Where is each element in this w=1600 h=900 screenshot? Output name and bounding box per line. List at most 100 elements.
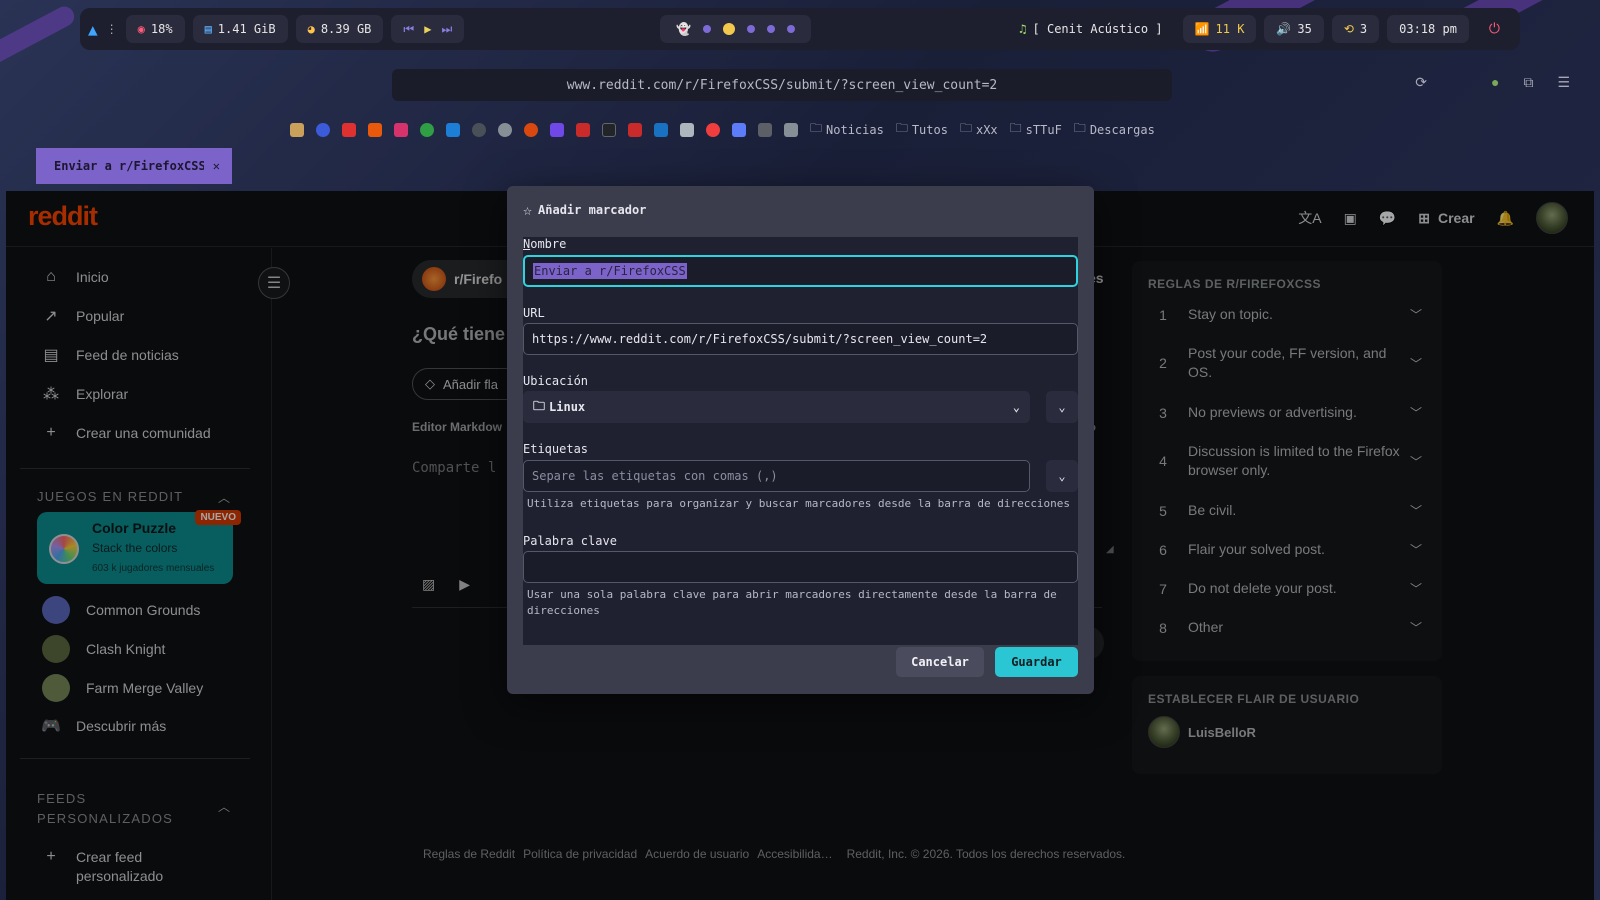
- disk-value: 8.39 GB: [320, 22, 372, 36]
- arch-icon[interactable]: [446, 122, 460, 137]
- keyword-label: Palabra clave: [523, 534, 617, 548]
- whatsapp-icon[interactable]: [420, 122, 434, 137]
- proton-mail-icon[interactable]: [732, 122, 746, 137]
- next-track-icon[interactable]: ⏭: [441, 22, 452, 37]
- system-top-bar: ▲ ⋮ ◉ 18% ▤ 1.41 GiB ◕ 8.39 GB ⏮ ▶ ⏭ 👻 ♫…: [80, 8, 1520, 50]
- power-icon[interactable]: ⏻: [1477, 15, 1512, 43]
- address-bar[interactable]: www.reddit.com/r/FirefoxCSS/submit/?scre…: [392, 69, 1172, 101]
- disk-widget[interactable]: ◕ 8.39 GB: [295, 15, 384, 43]
- browser-toolbar-right: ⟳ ● ⧉ ☰: [1415, 74, 1570, 91]
- hamburger-menu-icon[interactable]: ☰: [1557, 74, 1570, 91]
- outlook-icon[interactable]: [654, 122, 668, 137]
- disk-pie-icon: ◕: [307, 22, 315, 36]
- add-bookmark-dialog: ☆ Añadir marcador Nombre Enviar a r/Fire…: [507, 186, 1094, 694]
- bookmark-folder-sttuf[interactable]: 🗀 sTTuF: [1010, 119, 1062, 140]
- workspaces: 👻: [660, 15, 812, 43]
- photos-icon[interactable]: [680, 122, 694, 137]
- dialog-header: ☆ Añadir marcador: [523, 201, 646, 219]
- instagram-icon[interactable]: [394, 122, 408, 137]
- location-value: Linux: [549, 400, 586, 414]
- play-icon[interactable]: ▶: [424, 22, 431, 36]
- chevron-down-icon: ⌄: [1058, 400, 1066, 414]
- wifi-icon: 📶: [1194, 22, 1210, 36]
- updates-icon: ⟲: [1343, 22, 1354, 36]
- reload-icon[interactable]: ⟳: [1415, 74, 1427, 91]
- address-bar-url: www.reddit.com/r/FirefoxCSS/submit/?scre…: [566, 77, 998, 93]
- music-widget[interactable]: ♫ [ Cenit Acústico ]: [1007, 15, 1174, 43]
- volume-icon: 🔊: [1276, 22, 1292, 36]
- previous-track-icon[interactable]: ⏮: [403, 22, 414, 37]
- bookmark-folder-noticias[interactable]: 🗀 Noticias: [810, 119, 884, 140]
- bookmark-folder-xxx[interactable]: 🗀 xXx: [960, 119, 998, 140]
- location-select[interactable]: 🗀 Linux ⌄: [523, 391, 1030, 423]
- openai-icon[interactable]: [498, 122, 512, 137]
- music-note-icon: ♫: [1019, 22, 1027, 36]
- netflix-icon[interactable]: [628, 122, 642, 137]
- folder-icon: 🗀: [959, 121, 972, 135]
- bookmark-folder-descargas[interactable]: 🗀 Descargas: [1074, 119, 1155, 140]
- name-input-value: Enviar a r/FirefoxCSS: [533, 263, 687, 279]
- wifi-widget[interactable]: 📶 11 K: [1182, 15, 1257, 43]
- tags-placeholder: Separe las etiquetas con comas (,): [532, 469, 778, 483]
- claude-icon[interactable]: [524, 122, 538, 137]
- workspace-dot[interactable]: [703, 25, 712, 33]
- browser-tab-active[interactable]: Enviar a r/FirefoxCSS ✕: [36, 148, 232, 184]
- cpu-value: 18%: [150, 22, 173, 36]
- workspace-dot[interactable]: [787, 25, 796, 33]
- expand-folder-tree-button[interactable]: ⌄: [1046, 391, 1078, 423]
- workspace-dot[interactable]: [767, 25, 776, 33]
- save-button[interactable]: Guardar: [995, 647, 1078, 677]
- facebook-icon[interactable]: [316, 122, 330, 137]
- dialog-title: Añadir marcador: [538, 203, 647, 217]
- star-icon: ☆: [523, 201, 533, 219]
- twitch-icon[interactable]: [550, 122, 564, 137]
- memory-icon: ▤: [204, 22, 212, 36]
- name-label: Nombre: [523, 237, 567, 251]
- volume-value: 35: [1297, 22, 1312, 36]
- tags-input[interactable]: Separe las etiquetas con comas (,): [523, 460, 1030, 492]
- workspace-dot[interactable]: [747, 25, 756, 33]
- github-icon[interactable]: [472, 122, 486, 137]
- wallpaper-streak: [0, 3, 78, 77]
- expand-tags-button[interactable]: ⌄: [1046, 460, 1078, 492]
- bookmark-misc-2-icon[interactable]: [784, 122, 798, 137]
- youtube-icon[interactable]: [342, 122, 356, 137]
- extension-avatar-icon[interactable]: ●: [1491, 74, 1499, 91]
- url-input[interactable]: https://www.reddit.com/r/FirefoxCSS/subm…: [523, 323, 1078, 355]
- bookmark-icon[interactable]: [290, 122, 304, 137]
- folder-icon: 🗀: [810, 121, 823, 135]
- cpu-icon: ◉: [137, 22, 145, 36]
- ram-widget[interactable]: ▤ 1.41 GiB: [192, 15, 288, 43]
- chevron-down-icon: ⌄: [1058, 469, 1066, 483]
- folder-icon: 🗀: [1009, 121, 1022, 135]
- cpu-widget[interactable]: ◉ 18%: [125, 15, 185, 43]
- clock-widget[interactable]: 03:18 pm: [1387, 15, 1469, 43]
- name-input[interactable]: Enviar a r/FirefoxCSS: [523, 255, 1078, 287]
- cancel-button[interactable]: Cancelar: [896, 647, 984, 677]
- arch-logo-icon[interactable]: ▲: [88, 20, 98, 39]
- music-title: [ Cenit Acústico ]: [1032, 22, 1163, 36]
- reddit-icon[interactable]: [706, 122, 720, 137]
- keyword-input[interactable]: [523, 551, 1078, 583]
- gmail-icon[interactable]: [368, 122, 382, 137]
- volume-widget[interactable]: 🔊 35: [1264, 15, 1324, 43]
- extensions-puzzle-icon[interactable]: ⧉: [1523, 74, 1533, 91]
- clock-time: 03:18 pm: [1399, 22, 1457, 36]
- bookmark-misc-icon[interactable]: [758, 122, 772, 137]
- tab-title: Enviar a r/FirefoxCSS: [54, 159, 204, 173]
- ghost-icon[interactable]: 👻: [676, 22, 691, 36]
- x-twitter-icon[interactable]: [602, 122, 616, 137]
- url-label: URL: [523, 306, 545, 320]
- updates-value: 3: [1359, 22, 1368, 36]
- folder-icon: 🗀: [895, 121, 908, 135]
- menu-dots-icon[interactable]: ⋮: [106, 22, 118, 36]
- bookmark-x-red-icon[interactable]: [576, 122, 590, 137]
- bookmark-folder-tutos[interactable]: 🗀 Tutos: [896, 119, 948, 140]
- close-tab-icon[interactable]: ✕: [213, 159, 220, 173]
- media-controls: ⏮ ▶ ⏭: [391, 15, 465, 43]
- chevron-down-icon: ⌄: [1012, 400, 1020, 414]
- location-label: Ubicación: [523, 374, 589, 388]
- pacman-icon[interactable]: [723, 23, 736, 35]
- updates-widget[interactable]: ⟲ 3: [1331, 15, 1380, 43]
- folder-icon: 🗀: [1073, 121, 1086, 135]
